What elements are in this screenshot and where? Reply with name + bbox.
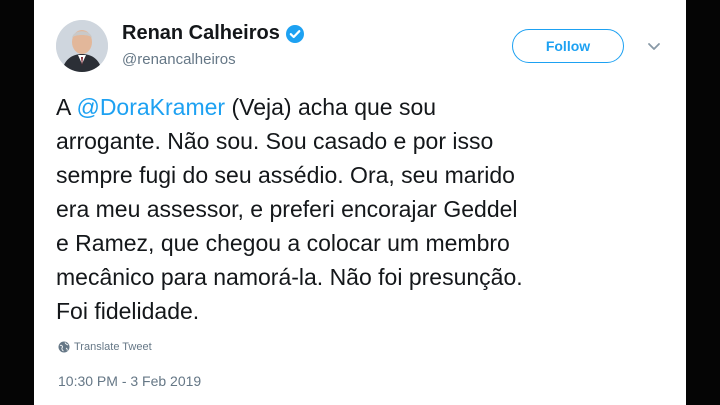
translate-tweet-label: Translate Tweet bbox=[74, 341, 152, 353]
author-handle[interactable]: @renancalheiros bbox=[122, 51, 236, 68]
letterbox-left bbox=[0, 0, 34, 405]
letterbox-right bbox=[686, 0, 720, 405]
author-name-row: Renan Calheiros bbox=[122, 22, 305, 45]
tweet-text-line: arrogante. Não sou. Sou casado e por iss… bbox=[56, 128, 494, 154]
tweet-text-line: e Ramez, que chegou a colocar um membro bbox=[56, 230, 510, 256]
tweet-timestamp[interactable]: 10:30 PM - 3 Feb 2019 bbox=[58, 373, 201, 389]
author-name[interactable]: Renan Calheiros bbox=[122, 22, 280, 45]
tweet-text-line: mecânico para namorá-la. Não foi presunç… bbox=[56, 264, 523, 290]
screenshot-frame: Renan Calheiros @renancalheiros Follow A… bbox=[0, 0, 720, 405]
tweet-text-line: A @DoraKramer (Veja) acha que sou bbox=[56, 94, 437, 120]
tweet-text-line: Foi fidelidade. bbox=[56, 298, 200, 324]
tweet-text-line: sempre fugi do seu assédio. Ora, seu mar… bbox=[56, 162, 515, 188]
avatar[interactable] bbox=[56, 20, 108, 72]
globe-icon bbox=[58, 341, 70, 353]
follow-button[interactable]: Follow bbox=[512, 29, 624, 63]
verified-badge-icon bbox=[285, 24, 305, 44]
tweet-text-line: era meu assessor, e preferi encorajar Ge… bbox=[56, 196, 518, 222]
translate-tweet-link[interactable]: Translate Tweet bbox=[58, 341, 152, 353]
avatar-portrait bbox=[56, 20, 108, 72]
mention-link[interactable]: @DoraKramer bbox=[76, 94, 225, 120]
chevron-down-icon[interactable] bbox=[646, 38, 662, 54]
tweet-text: A @DoraKramer (Veja) acha que sou arroga… bbox=[56, 90, 681, 328]
tweet-card: Renan Calheiros @renancalheiros Follow A… bbox=[34, 0, 686, 405]
